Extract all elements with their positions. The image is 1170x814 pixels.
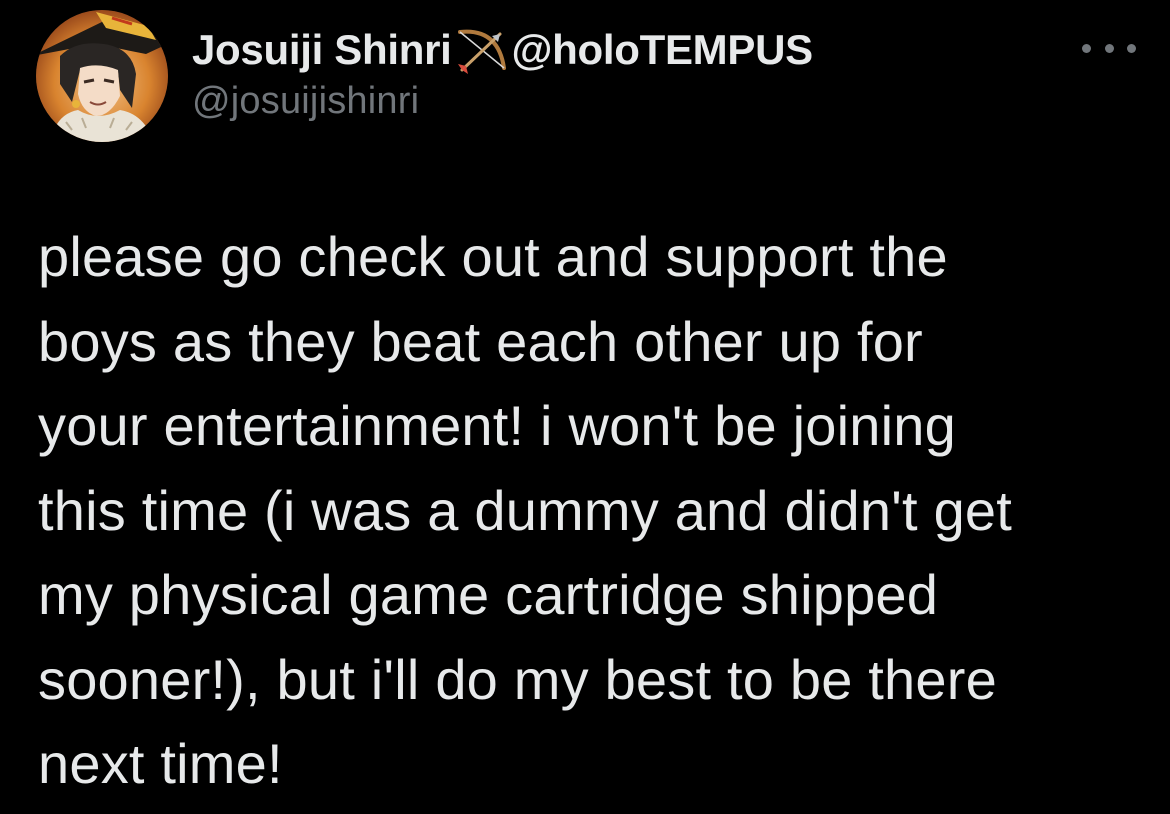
tweet-header: Josuiji Shinri @holoTEMPUS @josuijishinr…	[192, 24, 1080, 123]
author-handle[interactable]: @josuijishinri	[192, 80, 1080, 123]
tweet-text: please go check out and support the boys…	[38, 225, 1013, 795]
author-name-row[interactable]: Josuiji Shinri @holoTEMPUS	[192, 24, 1080, 76]
author-display-name[interactable]: Josuiji Shinri	[192, 26, 452, 74]
more-dots-icon	[1104, 43, 1114, 53]
more-options-button[interactable]	[1082, 30, 1136, 66]
affiliation-handle[interactable]: @holoTEMPUS	[512, 26, 814, 74]
bow-and-arrow-icon	[454, 26, 510, 74]
more-dots-icon	[1127, 43, 1136, 53]
avatar[interactable]	[36, 10, 168, 142]
tweet: Josuiji Shinri @holoTEMPUS @josuijishinr…	[0, 0, 1170, 814]
more-dots-icon	[1082, 43, 1091, 53]
avatar-image	[36, 10, 168, 142]
